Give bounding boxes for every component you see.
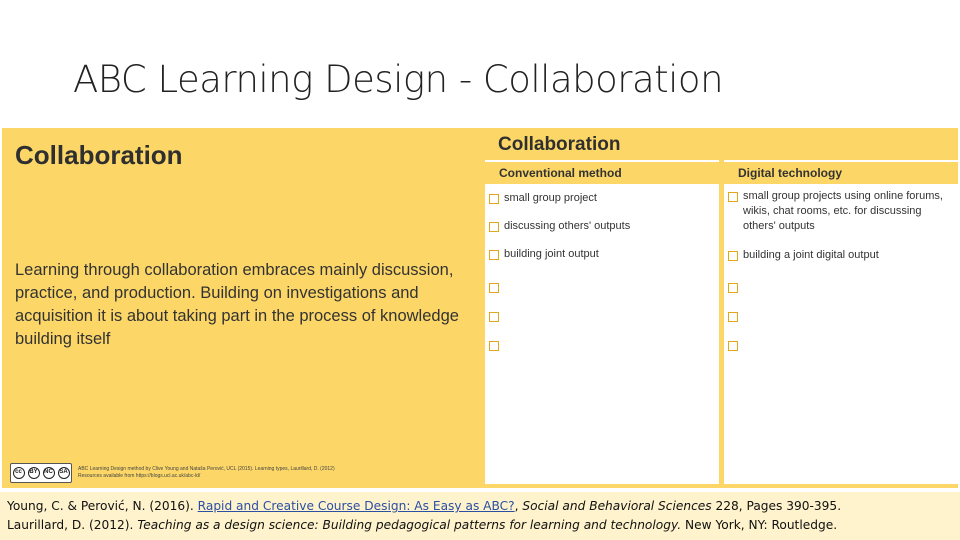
checkbox-icon[interactable] [728, 251, 738, 261]
slide-title: ABC Learning Design - Collaboration [73, 58, 724, 101]
right-panel: Collaboration Conventional method small … [481, 128, 958, 488]
credit-text: ABC Learning Design method by Clive Youn… [78, 466, 335, 480]
collaboration-card: Collaboration Learning through collabora… [2, 128, 958, 488]
checkbox-icon[interactable] [489, 283, 499, 293]
right-heading: Collaboration [498, 134, 621, 155]
creative-commons-icon: cc BY NC SA [10, 463, 72, 483]
checkbox-icon[interactable] [489, 341, 499, 351]
reference-link[interactable]: Rapid and Creative Course Design: As Eas… [198, 499, 515, 513]
by-icon: BY [27, 467, 40, 479]
digital-item[interactable]: building a joint digital output [728, 248, 879, 263]
digital-item[interactable] [728, 280, 743, 293]
checkbox-icon[interactable] [489, 194, 499, 204]
checkbox-icon[interactable] [728, 312, 738, 322]
nc-icon: NC [42, 467, 55, 479]
left-heading: Collaboration [15, 140, 183, 170]
sa-icon: SA [57, 467, 70, 479]
cc-icon: cc [12, 467, 25, 479]
checkbox-icon[interactable] [489, 312, 499, 322]
credit-block: cc BY NC SA ABC Learning Design method b… [10, 462, 335, 484]
digital-header: Digital technology [724, 162, 958, 184]
digital-column: Digital technology small group projects … [724, 160, 958, 484]
digital-item[interactable] [728, 309, 743, 322]
conventional-item[interactable] [489, 338, 504, 351]
checkbox-icon[interactable] [489, 250, 499, 260]
checkbox-icon[interactable] [489, 222, 499, 232]
references: Young, C. & Perović, N. (2016). Rapid an… [0, 492, 960, 540]
reference-1: Young, C. & Perović, N. (2016). Rapid an… [7, 499, 842, 513]
digital-item[interactable]: small group projects using online forums… [728, 189, 954, 234]
conventional-item[interactable] [489, 280, 504, 293]
credit-line-2: Resources available from https://blogs.u… [78, 473, 201, 479]
conventional-item[interactable]: small group project [489, 191, 597, 206]
conventional-header: Conventional method [485, 162, 719, 184]
conventional-column: Conventional method small group project … [485, 160, 719, 484]
conventional-item[interactable] [489, 309, 504, 322]
checkbox-icon[interactable] [728, 192, 738, 202]
checkbox-icon[interactable] [728, 283, 738, 293]
checkbox-icon[interactable] [728, 341, 738, 351]
reference-2: Laurillard, D. (2012). Teaching as a des… [7, 518, 838, 532]
conventional-item[interactable]: discussing others' outputs [489, 219, 630, 234]
conventional-item[interactable]: building joint output [489, 247, 599, 262]
left-description: Learning through collaboration embraces … [15, 261, 459, 348]
digital-item[interactable] [728, 338, 743, 351]
credit-line-1: ABC Learning Design method by Clive Youn… [78, 466, 335, 472]
